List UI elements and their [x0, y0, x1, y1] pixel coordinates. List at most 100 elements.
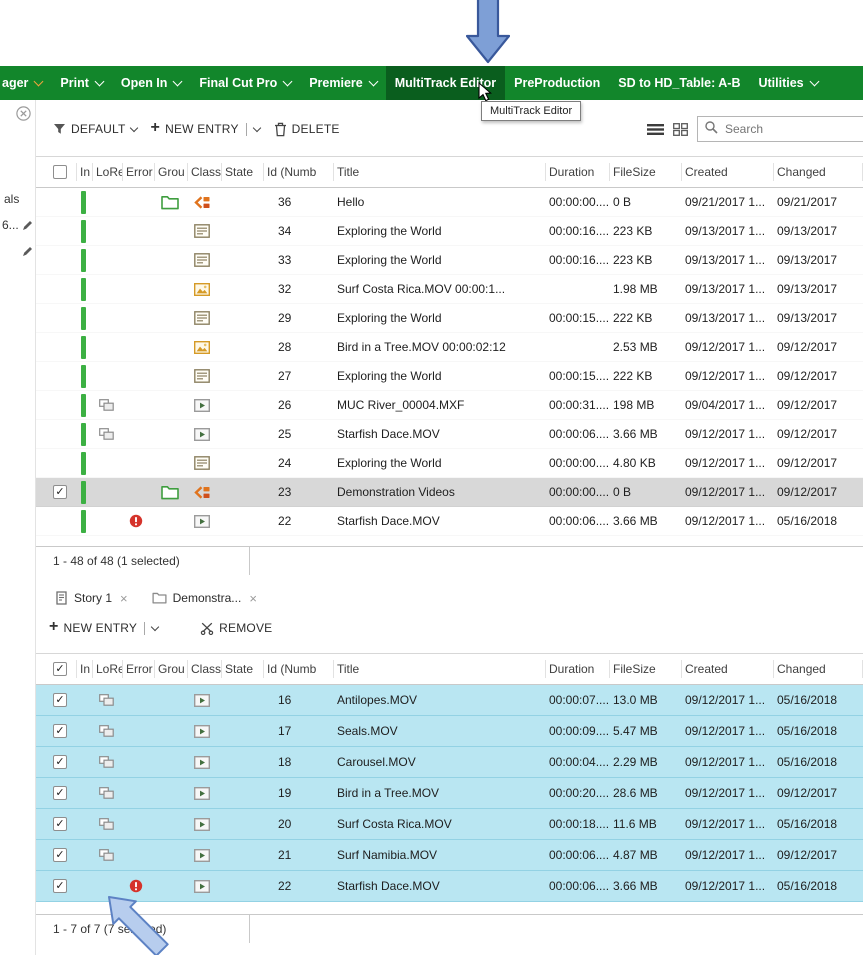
table-row[interactable]: ✓17Seals.MOV00:00:09....5.47 MB09/12/201… — [35, 716, 863, 747]
new-entry-button[interactable]: + NEW ENTRY — [49, 621, 158, 635]
table-row[interactable]: ✓19Bird in a Tree.MOV00:00:20....28.6 MB… — [35, 778, 863, 809]
table-row[interactable]: 28Bird in a Tree.MOV 00:00:02:122.53 MB0… — [35, 333, 863, 362]
close-icon[interactable]: × — [120, 591, 128, 606]
select-all-checkbox[interactable] — [53, 165, 67, 179]
row-gutter — [35, 157, 47, 187]
tab-label: Story 1 — [74, 591, 112, 605]
table-row[interactable]: ✓23Demonstration Videos00:00:00....0 B09… — [35, 478, 863, 507]
row-changed: 09/12/2017 — [774, 362, 863, 390]
video-clip-icon — [194, 515, 210, 528]
row-id: 16 — [264, 685, 334, 715]
left-panel-edge: als 6... — [0, 100, 36, 955]
table-row[interactable]: 24Exploring the World00:00:00....4.80 KB… — [35, 449, 863, 478]
row-checkbox[interactable]: ✓ — [53, 786, 67, 800]
list-view-icon[interactable] — [647, 123, 664, 136]
search-input[interactable] — [723, 121, 862, 137]
row-checkbox[interactable]: ✓ — [53, 879, 67, 893]
table-row[interactable]: 32Surf Costa Rica.MOV 00:00:1...1.98 MB0… — [35, 275, 863, 304]
table-row[interactable]: ✓21Surf Namibia.MOV00:00:06....4.87 MB09… — [35, 840, 863, 871]
column-header-in[interactable]: In — [77, 660, 93, 678]
menu-item-final-cut-pro[interactable]: Final Cut Pro — [190, 66, 300, 100]
column-header-state[interactable]: State — [222, 660, 264, 678]
mouse-cursor — [478, 82, 492, 102]
tab-demonstra[interactable]: Demonstra...× — [146, 591, 257, 606]
table-row[interactable]: 27Exploring the World00:00:15....222 KB0… — [35, 362, 863, 391]
row-created: 09/12/2017 1... — [682, 449, 774, 477]
close-panel-icon[interactable] — [16, 106, 31, 126]
table-row[interactable]: ✓16Antilopes.MOV00:00:07....13.0 MB09/12… — [35, 685, 863, 716]
row-filesize: 4.87 MB — [610, 840, 682, 870]
column-header-changed[interactable]: Changed — [774, 660, 863, 678]
column-header-error[interactable]: Error — [123, 163, 155, 181]
column-header-filesize[interactable]: FileSize — [610, 660, 682, 678]
tab-story-1[interactable]: Story 1 × — [49, 591, 128, 606]
row-title: Carousel.MOV — [334, 747, 546, 777]
table-row[interactable]: 29Exploring the World00:00:15....222 KB0… — [35, 304, 863, 333]
column-header-grou[interactable]: Grou — [155, 660, 188, 678]
row-changed: 05/16/2018 — [774, 507, 863, 535]
edit-pen-icon[interactable] — [22, 218, 33, 236]
new-entry-button[interactable]: + NEW ENTRY — [151, 122, 260, 136]
select-all-checkbox[interactable]: ✓ — [53, 662, 67, 676]
edit-pen-icon[interactable] — [22, 244, 33, 262]
column-header-class[interactable]: Class — [188, 163, 222, 181]
table-row[interactable]: 34Exploring the World00:00:16....223 KB0… — [35, 217, 863, 246]
table-row[interactable]: 22Starfish Dace.MOV00:00:06....3.66 MB09… — [35, 507, 863, 536]
table-row[interactable]: 33Exploring the World00:00:16....223 KB0… — [35, 246, 863, 275]
upper-table-body: 36Hello00:00:00....0 B09/21/2017 1...09/… — [35, 188, 863, 536]
plus-icon: + — [49, 619, 59, 635]
menu-item-utilities[interactable]: Utilities — [749, 66, 826, 100]
remove-button[interactable]: REMOVE — [200, 621, 272, 635]
column-header-title[interactable]: Title — [334, 660, 546, 678]
column-header-lore[interactable]: LoRe — [93, 163, 123, 181]
row-filesize: 13.0 MB — [610, 685, 682, 715]
row-checkbox[interactable]: ✓ — [53, 485, 67, 499]
lores-proxy-icon — [99, 756, 114, 768]
menu-item-sd-to-hd-table-a-b[interactable]: SD to HD_Table: A-B — [609, 66, 749, 100]
row-checkbox[interactable]: ✓ — [53, 724, 67, 738]
table-row[interactable]: 36Hello00:00:00....0 B09/21/2017 1...09/… — [35, 188, 863, 217]
column-header-filesize[interactable]: FileSize — [610, 163, 682, 181]
delete-button[interactable]: DELETE — [274, 122, 340, 137]
titler-icon — [194, 456, 210, 470]
row-checkbox[interactable]: ✓ — [53, 817, 67, 831]
online-status-bar — [81, 452, 86, 475]
delete-label: DELETE — [292, 122, 340, 136]
column-header-lore[interactable]: LoRe — [93, 660, 123, 678]
table-row[interactable]: ✓18Carousel.MOV00:00:04....2.29 MB09/12/… — [35, 747, 863, 778]
column-header-error[interactable]: Error — [123, 660, 155, 678]
menu-item-print[interactable]: Print — [51, 66, 111, 100]
row-checkbox[interactable]: ✓ — [53, 848, 67, 862]
menu-item-open-in[interactable]: Open In — [112, 66, 191, 100]
menu-item-ager[interactable]: ager — [0, 66, 51, 100]
column-header-in[interactable]: In — [77, 163, 93, 181]
row-checkbox[interactable]: ✓ — [53, 755, 67, 769]
grid-view-icon[interactable] — [673, 123, 688, 136]
lores-proxy-icon — [99, 428, 114, 440]
column-header-duration[interactable]: Duration — [546, 163, 610, 181]
chevron-down-icon — [283, 76, 293, 86]
column-header-state[interactable]: State — [222, 163, 264, 181]
table-row[interactable]: ✓20Surf Costa Rica.MOV00:00:18....11.6 M… — [35, 809, 863, 840]
lores-proxy-icon — [99, 818, 114, 830]
column-header-created[interactable]: Created — [682, 163, 774, 181]
column-header-id-numb[interactable]: Id (Numb — [264, 163, 334, 181]
column-header-duration[interactable]: Duration — [546, 660, 610, 678]
close-icon[interactable]: × — [249, 591, 257, 606]
column-header-id-numb[interactable]: Id (Numb — [264, 660, 334, 678]
row-created: 09/13/2017 1... — [682, 217, 774, 245]
table-row[interactable]: 25Starfish Dace.MOV00:00:06....3.66 MB09… — [35, 420, 863, 449]
filter-default-button[interactable]: DEFAULT — [53, 122, 137, 136]
row-changed: 09/13/2017 — [774, 304, 863, 332]
column-header-class[interactable]: Class — [188, 660, 222, 678]
menu-item-premiere[interactable]: Premiere — [300, 66, 386, 100]
column-header-grou[interactable]: Grou — [155, 163, 188, 181]
row-created: 09/12/2017 1... — [682, 747, 774, 777]
menu-item-preproduction[interactable]: PreProduction — [505, 66, 609, 100]
table-row[interactable]: 26MUC River_00004.MXF00:00:31....198 MB0… — [35, 391, 863, 420]
column-header-created[interactable]: Created — [682, 660, 774, 678]
row-checkbox[interactable]: ✓ — [53, 693, 67, 707]
column-header-changed[interactable]: Changed — [774, 163, 863, 181]
lores-proxy-icon — [99, 787, 114, 799]
column-header-title[interactable]: Title — [334, 163, 546, 181]
